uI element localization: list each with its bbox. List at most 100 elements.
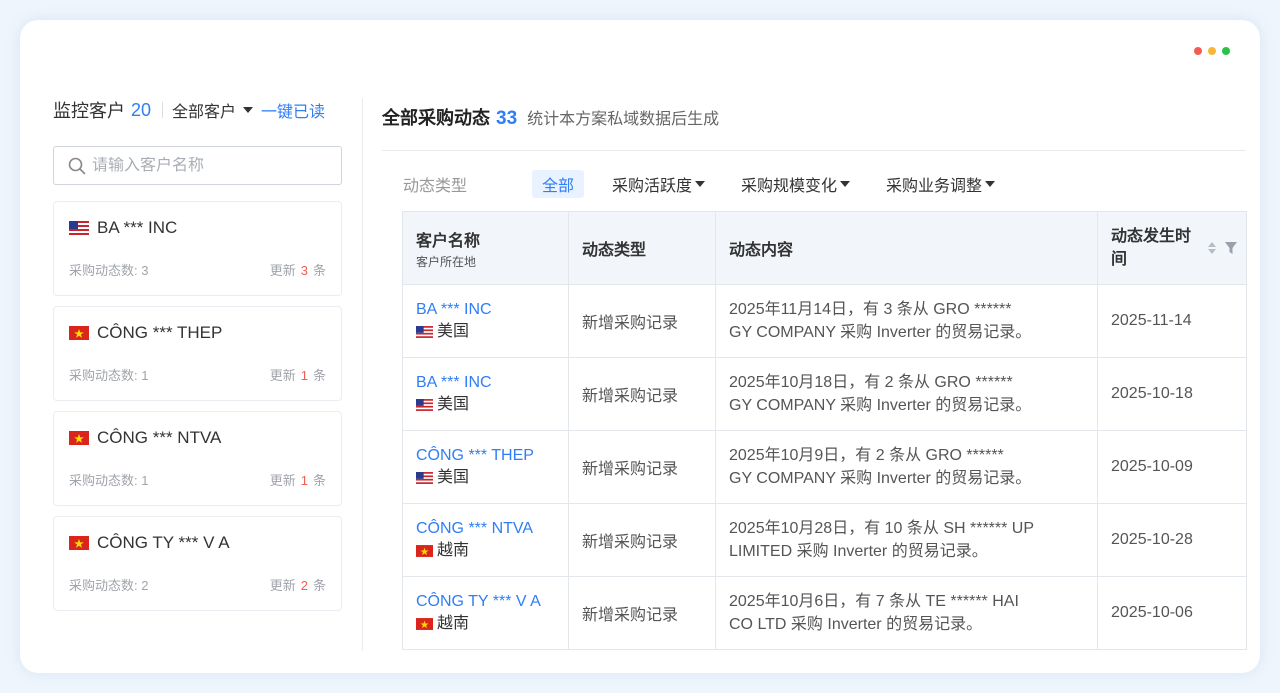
customer-name: CÔNG *** THEP [97,323,223,342]
content-line: GY COMPANY 采购 Inverter 的贸易记录。 [729,397,1032,414]
country-name: 美国 [437,323,470,340]
content-line: 2025年10月28日，有 10 条从 SH ****** UP [729,520,1035,537]
customer-cell: BA *** INC 美国 [402,284,569,358]
purchase-activity-table: 客户名称 客户所在地 动态类型 动态内容 动态发生时间 BA *** INC 美… [402,211,1247,650]
customer-card[interactable]: CÔNG *** THEP 采购动态数: 1 更新 1 条 [53,306,342,401]
type-tab-label: 采购活跃度 [612,178,693,195]
update-suffix: 条 [312,473,326,488]
customer-card[interactable]: CÔNG TY *** V A 采购动态数: 2 更新 2 条 [53,516,342,611]
sort-icon[interactable] [1208,242,1216,254]
customer-filter-dropdown[interactable]: 全部客户 [172,98,254,122]
activity-content-cell: 2025年10月28日，有 10 条从 SH ****** UP LIMITED… [715,503,1098,577]
update-num: 1 [300,473,308,488]
type-tab-all[interactable]: 全部 [532,170,585,198]
customer-name: CÔNG *** NTVA [97,428,222,447]
customer-search-box[interactable] [53,146,342,185]
us-flag-icon [416,472,433,484]
table-header-row: 客户名称 客户所在地 动态类型 动态内容 动态发生时间 [402,211,1247,285]
country-name: 美国 [437,396,470,413]
vn-flag-icon [416,545,433,557]
purchase-activity-title: 全部采购动态 [382,108,490,128]
red-dot-icon [1194,47,1202,55]
customer-cell: CÔNG *** NTVA 越南 [402,503,569,577]
content-line: 2025年10月9日，有 2 条从 GRO ****** [729,447,1004,464]
type-tab-purchase-scale[interactable]: 采购规模变化 [741,172,851,196]
purchase-activity-count: 采购动态数: 3 [69,263,149,278]
purchase-activity-count: 采购动态数: 1 [69,473,149,488]
update-suffix: 条 [312,578,326,593]
customer-header-label: 客户名称 [416,232,481,250]
us-flag-icon [416,326,433,338]
customer-filter-label: 全部客户 [172,104,237,121]
update-prefix: 更新 [269,263,296,278]
column-header-customer: 客户名称 客户所在地 [402,211,569,285]
activity-type-cell: 新增采购记录 [568,503,716,577]
customer-name-link[interactable]: CÔNG *** NTVA [416,518,555,540]
vn-flag-icon [69,326,89,340]
update-prefix: 更新 [269,473,296,488]
activity-content-cell: 2025年10月6日，有 7 条从 TE ****** HAI CO LTD 采… [715,576,1098,650]
activity-type-cell: 新增采购记录 [568,576,716,650]
update-count: 更新 3 条 [270,260,326,279]
customer-cell: BA *** INC 美国 [402,357,569,431]
customer-card[interactable]: BA *** INC 采购动态数: 3 更新 3 条 [53,201,342,296]
customer-cell: CÔNG *** THEP 美国 [402,430,569,504]
activity-type-label: 动态类型 [403,178,468,195]
customer-country: 美国 [416,467,555,489]
content-line: GY COMPANY 采购 Inverter 的贸易记录。 [729,324,1032,341]
customer-country: 美国 [416,321,555,343]
activity-date-cell: 2025-11-14 [1097,284,1247,358]
main-card: 监控客户 20 全部客户 一键已读 请输入客户名称 BA *** INC 采购动… [20,20,1260,673]
vn-flag-icon [416,618,433,630]
customer-name-link[interactable]: BA *** INC [416,372,555,394]
type-tab-purchase-activity[interactable]: 采购活跃度 [612,172,706,196]
content-line: LIMITED 采购 Inverter 的贸易记录。 [729,543,988,560]
table-row: CÔNG TY *** V A 越南 新增采购记录 2025年10月6日，有 7… [402,576,1247,650]
vn-flag-icon [69,536,89,550]
update-suffix: 条 [312,368,326,383]
customer-country: 越南 [416,540,555,562]
purchase-activity-count: 采购动态数: 1 [69,368,149,383]
customer-name-link[interactable]: CÔNG TY *** V A [416,591,555,613]
us-flag-icon [416,399,433,411]
caret-down-icon [243,107,254,113]
table-row: BA *** INC 美国 新增采购记录 [402,357,1247,431]
filter-icon[interactable] [1224,241,1238,255]
monitored-customers-count: 20 [131,99,152,120]
customer-card-title: CÔNG TY *** V A [69,533,230,553]
update-count: 更新 1 条 [270,470,326,489]
country-name: 越南 [437,615,470,632]
customer-name-link[interactable]: BA *** INC [416,299,555,321]
update-prefix: 更新 [269,368,296,383]
mark-all-read-link[interactable]: 一键已读 [261,98,325,122]
green-dot-icon [1222,47,1230,55]
activity-date-cell: 2025-10-18 [1097,357,1247,431]
customer-name-link[interactable]: CÔNG *** THEP [416,445,555,467]
table-row: CÔNG *** NTVA 越南 新增采购记录 2025年10月28日，有 10… [402,503,1247,577]
content-line: GY COMPANY 采购 Inverter 的贸易记录。 [729,470,1032,487]
country-name: 越南 [437,542,470,559]
type-tab-label: 采购规模变化 [741,178,838,195]
activity-type-cell: 新增采购记录 [568,284,716,358]
content-line: 2025年10月18日，有 2 条从 GRO ****** [729,374,1013,391]
activity-date-cell: 2025-10-06 [1097,576,1247,650]
activity-content-cell: 2025年11月14日，有 3 条从 GRO ****** GY COMPANY… [715,284,1098,358]
type-tab-business-adjustment[interactable]: 采购业务调整 [886,172,996,196]
activity-type-cell: 新增采购记录 [568,430,716,504]
purchase-activity-header: 全部采购动态 33 统计本方案私域数据后生成 [382,98,1260,134]
content-line: 2025年11月14日，有 3 条从 GRO ****** [729,301,1012,318]
column-header-type: 动态类型 [568,211,716,285]
header-separator [162,102,164,118]
type-tab-label: 采购业务调整 [886,178,983,195]
customer-card[interactable]: CÔNG *** NTVA 采购动态数: 1 更新 1 条 [53,411,342,506]
customer-card-title: CÔNG *** NTVA [69,428,221,448]
activity-date-cell: 2025-10-09 [1097,430,1247,504]
customer-location-header-label: 客户所在地 [416,254,477,269]
caret-down-icon [840,181,851,187]
monitored-customers-header: 监控客户 20 全部客户 一键已读 [53,98,343,122]
activity-type-cell: 新增采购记录 [568,357,716,431]
caret-down-icon [985,181,996,187]
customer-search-input[interactable] [92,156,332,175]
purchase-activity-count: 采购动态数: 2 [69,578,149,593]
update-prefix: 更新 [269,578,296,593]
